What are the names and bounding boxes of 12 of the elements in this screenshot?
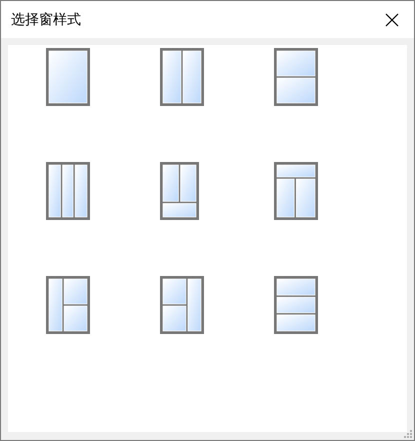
window-style-option[interactable] — [46, 276, 90, 334]
window-title: 选择窗样式 — [11, 10, 81, 28]
window-style-option[interactable] — [274, 48, 318, 106]
window-style-option[interactable] — [160, 48, 204, 106]
window-style-option[interactable] — [160, 162, 199, 220]
window-style-option[interactable] — [274, 276, 318, 334]
resize-grip-icon[interactable] — [404, 430, 412, 438]
window-style-option[interactable] — [46, 162, 90, 220]
window-style-option[interactable] — [46, 48, 90, 106]
window-style-option[interactable] — [160, 276, 204, 334]
window-style-option[interactable] — [274, 162, 318, 220]
close-icon[interactable] — [385, 12, 399, 26]
